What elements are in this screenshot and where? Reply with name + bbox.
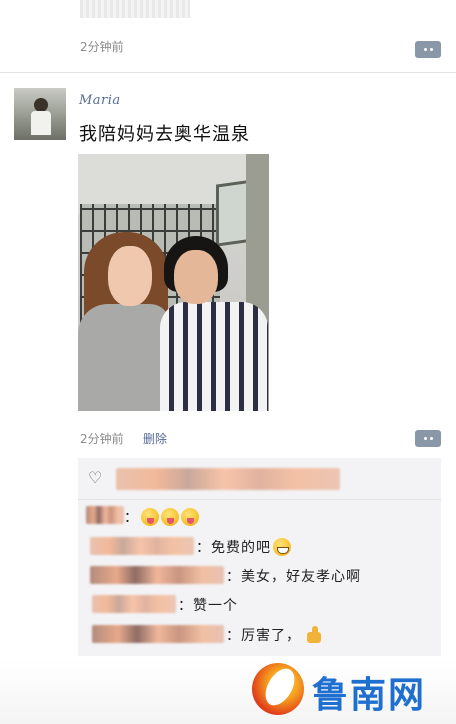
grinning-face-icon bbox=[273, 538, 291, 556]
commenter-name-blurred[interactable] bbox=[90, 537, 194, 555]
watermark-text: 鲁南网 bbox=[312, 675, 427, 716]
avatar[interactable] bbox=[14, 88, 66, 140]
commenter-name-blurred[interactable] bbox=[90, 566, 224, 584]
post-divider bbox=[0, 72, 456, 73]
previous-post-time: 2分钟前 bbox=[80, 40, 124, 54]
post-text: 我陪妈妈去奥华温泉 bbox=[79, 124, 250, 145]
dot-icon bbox=[429, 437, 433, 440]
post-time: 2分钟前 bbox=[80, 432, 124, 446]
comments-panel: ♡ ： ：免费的吧 ：美女，好友孝心啊 ：赞一个 ：厉害了， bbox=[78, 458, 441, 656]
squinting-tongue-icon bbox=[141, 508, 159, 526]
squinting-tongue-icon bbox=[161, 508, 179, 526]
post-photo[interactable] bbox=[78, 154, 269, 411]
commenter-name-blurred[interactable] bbox=[92, 625, 224, 643]
previous-post-image-strip bbox=[80, 0, 190, 18]
username[interactable]: Maria bbox=[79, 93, 121, 108]
liked-by-names-blurred[interactable] bbox=[116, 468, 340, 490]
previous-post-more-button[interactable] bbox=[415, 41, 441, 58]
delete-link[interactable]: 删除 bbox=[143, 430, 167, 447]
comment-text: ：厉害了， bbox=[226, 625, 323, 645]
commenter-name-blurred[interactable] bbox=[92, 595, 176, 613]
dot-icon bbox=[429, 48, 433, 51]
commenter-name-blurred[interactable] bbox=[86, 506, 124, 524]
squinting-tongue-icon bbox=[181, 508, 199, 526]
dot-icon bbox=[423, 48, 427, 51]
comment-text: ： bbox=[124, 507, 199, 527]
comment-text: ：美女，好友孝心啊 bbox=[226, 569, 361, 585]
heart-outline-icon: ♡ bbox=[88, 468, 103, 487]
comment-like-menu-button[interactable] bbox=[415, 430, 441, 447]
likes-row: ♡ bbox=[78, 458, 441, 500]
thumbs-up-icon bbox=[305, 626, 323, 644]
watermark-logo bbox=[252, 663, 304, 715]
dot-icon bbox=[423, 437, 427, 440]
comment-text: ：赞一个 bbox=[178, 598, 238, 614]
comment-text: ：免费的吧 bbox=[196, 537, 291, 557]
